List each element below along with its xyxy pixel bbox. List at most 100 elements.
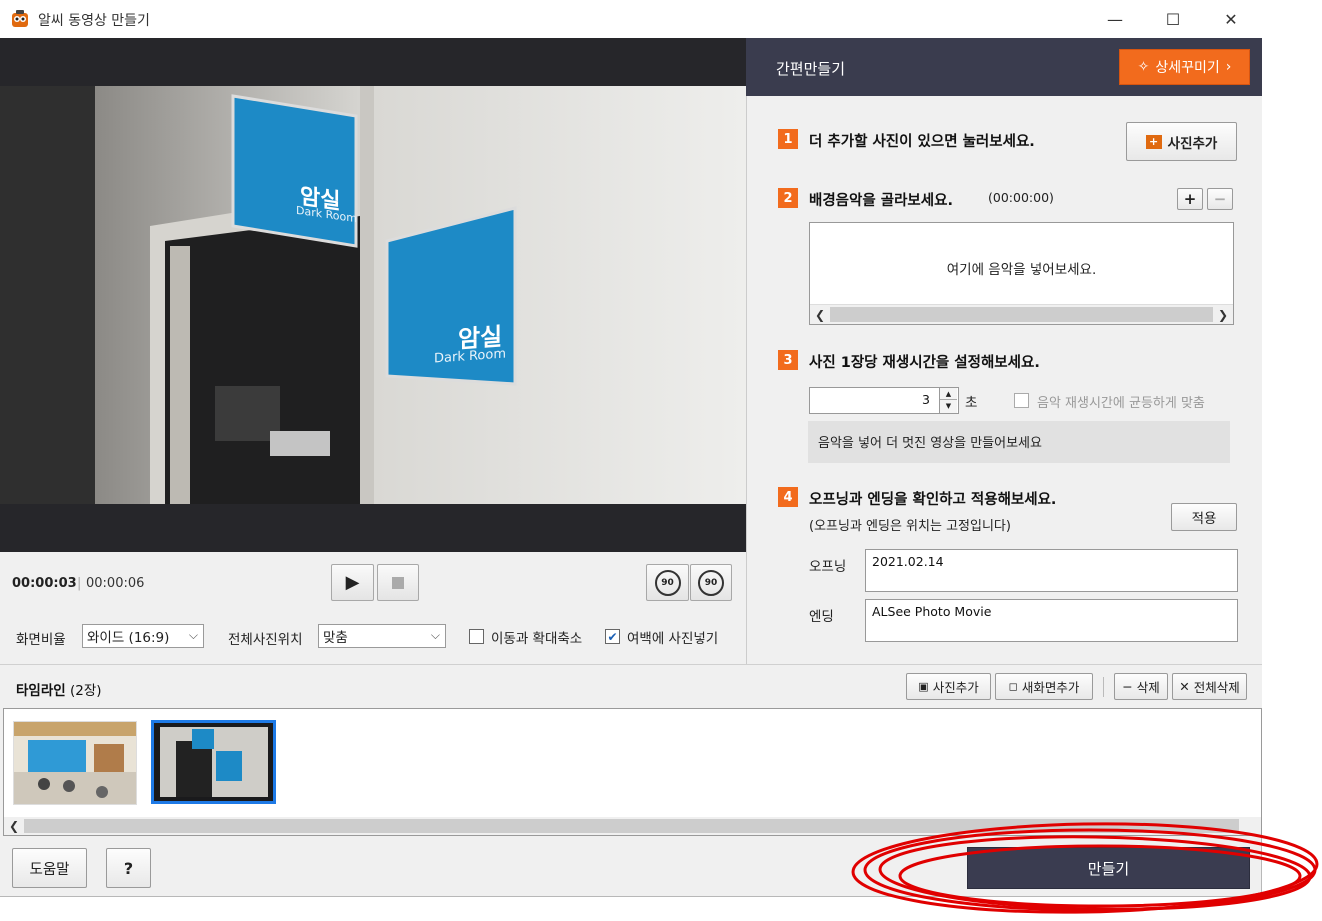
divider — [1103, 677, 1104, 697]
scroll-thumb[interactable] — [830, 307, 1213, 322]
magic-wand-icon: ✧ — [1137, 59, 1150, 75]
play-icon: ▶ — [345, 572, 360, 593]
move-zoom-label: 이동과 확대축소 — [491, 631, 583, 647]
help-button[interactable]: 도움말 — [12, 848, 87, 888]
music-list[interactable]: 여기에 음악을 넣어보세요. ❮ ❯ — [809, 222, 1234, 325]
question-button[interactable]: ? — [106, 848, 151, 888]
sync-music-checkbox[interactable] — [1014, 393, 1029, 408]
rotate-left-icon: 90 — [654, 569, 681, 596]
preview-photo: 암실 Dark Room 암실 Dark Room — [0, 86, 746, 504]
spin-up-icon[interactable]: ▲ — [940, 388, 957, 400]
rotate-right-icon: 90 — [698, 569, 724, 596]
music-duration: (00:00:00) — [988, 190, 1054, 205]
detail-edit-button[interactable]: ✧ 상세꾸미기 › — [1119, 49, 1250, 85]
step-2-number: 2 — [778, 188, 798, 208]
close-button[interactable]: ✕ — [1202, 0, 1260, 38]
scroll-left-icon[interactable]: ❮ — [810, 305, 830, 325]
margin-photo-label: 여백에 사진넣기 — [627, 631, 719, 647]
step-4-subtext: (오프닝과 엔딩은 위치는 고정입니다) — [809, 519, 1011, 534]
detail-edit-label: 상세꾸미기 — [1155, 60, 1220, 76]
add-screen-label: 새화면추가 — [1021, 680, 1080, 695]
opening-label: 오프닝 — [809, 559, 847, 575]
title-bar: 알씨 동영상 만들기 — ☐ ✕ — [0, 0, 1262, 38]
right-panel-header: 간편만들기 ✧ 상세꾸미기 › — [746, 38, 1262, 96]
seconds-spinner[interactable]: ▲ ▼ — [939, 388, 957, 413]
minimize-button[interactable]: — — [1086, 0, 1144, 38]
step-3-text: 사진 1장당 재생시간을 설정해보세요. — [809, 355, 1040, 371]
chevron-down-icon: ⌵ — [188, 628, 198, 642]
close-icon: ✕ — [1179, 679, 1190, 694]
annotation-circle — [851, 822, 1319, 914]
options-row: 화면비율 와이드 (16:9) ⌵ 전체사진위치 맞춤 ⌵ 이동과 확대축소 ✔… — [0, 612, 746, 664]
panel-title: 간편만들기 — [776, 60, 846, 78]
scroll-right-icon[interactable]: ❯ — [1213, 305, 1233, 325]
margin-photo-checkbox[interactable]: ✔ — [605, 629, 620, 644]
step-1-number: 1 — [778, 129, 798, 149]
stop-button[interactable] — [377, 564, 419, 601]
video-maker-window: 알씨 동영상 만들기 — ☐ ✕ 암실 Dark Room 암실 Dark Ro… — [0, 0, 1262, 897]
add-screen-icon: ◻ — [1008, 680, 1018, 693]
rotate-left-button[interactable]: 90 — [646, 564, 689, 601]
timeline-add-photo-label: 사진추가 — [932, 680, 979, 695]
rotate-right-button[interactable]: 90 — [690, 564, 732, 601]
timeline-header: 타임라인 (2장) ▣ 사진추가 ◻ 새화면추가 − 삭제 ✕ 전체삭제 — [0, 664, 1262, 708]
app-root: 알씨 동영상 만들기 — ☐ ✕ 암실 Dark Room 암실 Dark Ro… — [0, 0, 1322, 921]
delete-label: 삭제 — [1136, 680, 1160, 695]
add-photo-button[interactable]: + 사진추가 — [1126, 122, 1237, 161]
seconds-unit: 초 — [965, 395, 978, 411]
app-logo-icon — [12, 10, 28, 27]
step-4-number: 4 — [778, 487, 798, 507]
add-screen-button[interactable]: ◻ 새화면추가 — [995, 673, 1093, 700]
position-value: 맞춤 — [323, 630, 348, 646]
add-photo-label: 사진추가 — [1167, 135, 1218, 152]
timeline-title: 타임라인 (2장) — [16, 679, 102, 699]
play-button[interactable]: ▶ — [331, 564, 374, 601]
ending-input[interactable]: ALSee Photo Movie — [865, 599, 1238, 642]
chevron-down-icon: ⌵ — [430, 628, 440, 642]
tip-box: 음악을 넣어 더 멋진 영상을 만들어보세요 — [808, 421, 1230, 463]
chevron-right-icon: › — [1225, 59, 1232, 75]
spin-down-icon[interactable]: ▼ — [940, 400, 957, 412]
step-4-text: 오프닝과 엔딩을 확인하고 적용해보세요. — [809, 492, 1057, 508]
timeline-count: (2장) — [69, 683, 102, 699]
remove-music-button[interactable]: − — [1207, 188, 1233, 210]
ratio-label: 화면비율 — [16, 632, 66, 648]
ratio-value: 와이드 (16:9) — [87, 630, 170, 646]
add-music-button[interactable]: + — [1177, 188, 1203, 210]
time-separator: | — [77, 576, 82, 591]
timeline-area[interactable]: ❮ — [3, 708, 1262, 836]
minus-icon: − — [1122, 679, 1133, 694]
player-bar: 00:00:03 | 00:00:06 ▶ 90 90 — [0, 552, 746, 612]
add-photo-icon: ▣ — [918, 680, 929, 693]
right-panel: 1 더 추가할 사진이 있으면 눌러보세요. + 사진추가 2 배경음악을 골라… — [746, 96, 1262, 664]
total-time: 00:00:06 — [86, 576, 145, 591]
step-2-text: 배경음악을 골라보세요. — [809, 193, 953, 209]
position-select[interactable]: 맞춤 ⌵ — [318, 624, 446, 648]
timeline-label: 타임라인 — [16, 683, 66, 699]
scroll-left-icon[interactable]: ❮ — [4, 817, 24, 835]
photo-preview: 암실 Dark Room 암실 Dark Room — [0, 38, 746, 552]
maximize-button[interactable]: ☐ — [1144, 0, 1202, 38]
delete-all-button[interactable]: ✕ 전체삭제 — [1172, 673, 1247, 700]
timeline-thumbnail[interactable] — [13, 721, 137, 805]
window-title: 알씨 동영상 만들기 — [38, 13, 150, 29]
music-horizontal-scrollbar[interactable]: ❮ ❯ — [810, 304, 1233, 324]
ending-label: 엔딩 — [809, 609, 834, 625]
music-hint: 여기에 음악을 넣어보세요. — [946, 262, 1097, 278]
timeline-add-photo-button[interactable]: ▣ 사진추가 — [906, 673, 991, 700]
sync-music-label: 음악 재생시간에 균등하게 맞춤 — [1037, 396, 1205, 411]
delete-all-label: 전체삭제 — [1193, 680, 1240, 695]
current-time: 00:00:03 — [12, 576, 77, 591]
opening-input[interactable]: 2021.02.14 — [865, 549, 1238, 592]
position-label: 전체사진위치 — [228, 632, 303, 648]
stop-icon — [392, 576, 404, 589]
seconds-input[interactable]: 3 — [809, 387, 959, 414]
step-3-number: 3 — [778, 350, 798, 370]
delete-button[interactable]: − 삭제 — [1114, 673, 1168, 700]
step-1-text: 더 추가할 사진이 있으면 눌러보세요. — [809, 134, 1035, 150]
checkmark-icon: ✔ — [607, 629, 618, 644]
ratio-select[interactable]: 와이드 (16:9) ⌵ — [82, 624, 204, 648]
apply-button[interactable]: 적용 — [1171, 503, 1237, 531]
move-zoom-checkbox[interactable] — [469, 629, 484, 644]
timeline-thumbnail-selected[interactable] — [151, 720, 276, 804]
